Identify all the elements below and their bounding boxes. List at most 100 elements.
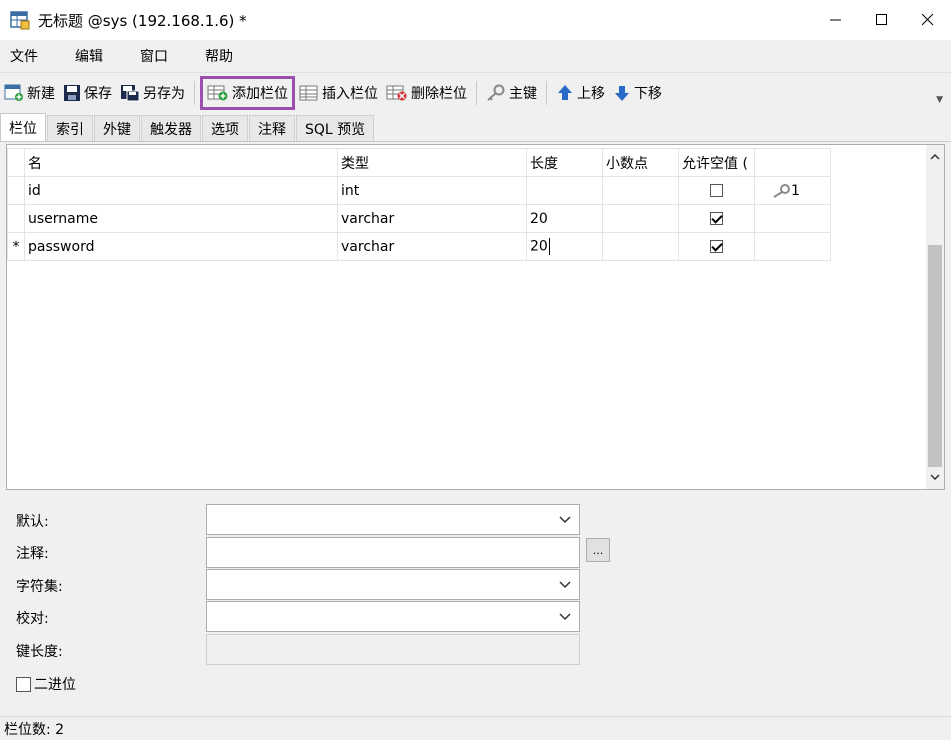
cell-decimals[interactable] [602,204,679,233]
primary-key-button[interactable]: 主键 [482,78,541,108]
nullable-checkbox[interactable] [710,184,723,197]
add-field-button[interactable]: 添加栏位 [200,75,295,110]
save-as-icon [121,84,140,101]
scroll-down-icon[interactable] [926,467,944,487]
menu-file[interactable]: 文件 [0,46,48,66]
cell-key[interactable]: 1 [754,176,831,205]
new-table-icon [4,84,23,101]
collation-label: 校对: [16,611,49,627]
scrollbar-thumb[interactable] [928,245,942,467]
binary-option[interactable]: 二进位 [16,674,76,694]
scroll-up-icon[interactable] [926,147,944,167]
cell-name[interactable]: password [24,232,338,261]
table-row[interactable]: username varchar 20 [7,204,831,233]
save-as-button[interactable]: 另存为 [116,78,189,108]
default-label: 默认: [16,514,49,530]
move-down-button[interactable]: 下移 [609,78,666,108]
save-as-label: 另存为 [143,85,185,102]
header-decimals[interactable]: 小数点 [602,148,679,177]
cell-nullable[interactable] [678,232,755,261]
key-icon [487,84,505,101]
row-header-corner [7,148,25,177]
close-button[interactable] [905,0,951,40]
comment-field[interactable] [206,537,580,568]
vertical-scrollbar[interactable] [926,145,944,489]
insert-field-label: 插入栏位 [322,85,378,102]
tab-indexes[interactable]: 索引 [47,115,93,141]
cell-name[interactable]: username [24,204,338,233]
cell-length[interactable]: 20 [526,232,603,261]
cell-type[interactable]: int [337,176,527,205]
arrow-up-icon [558,84,572,100]
cell-key[interactable] [754,204,831,233]
save-label: 保存 [84,85,112,102]
cell-length[interactable]: 20 [526,204,603,233]
tab-triggers[interactable]: 触发器 [141,115,201,141]
header-type[interactable]: 类型 [337,148,527,177]
key-length-field [206,634,580,665]
save-button[interactable]: 保存 [59,78,116,108]
cell-decimals[interactable] [602,176,679,205]
field-properties-panel: 默认: 注释: ... 字符集: 校对: 键长度: 二进位 [0,496,951,714]
key-order: 1 [791,182,800,199]
insert-field-button[interactable]: 插入栏位 [295,78,382,108]
menu-bar: 文件 编辑 窗口 帮助 [0,40,951,72]
binary-label: 二进位 [34,677,76,693]
menu-window[interactable]: 窗口 [130,46,178,66]
row-marker: * [7,232,25,261]
key-icon [773,183,790,198]
header-name[interactable]: 名 [24,148,338,177]
primary-key-label: 主键 [509,85,537,102]
charset-label: 字符集: [16,579,63,595]
row-marker [7,204,25,233]
cell-nullable[interactable] [678,204,755,233]
tab-foreign-keys[interactable]: 外键 [94,115,140,141]
cell-key[interactable] [754,232,831,261]
delete-field-button[interactable]: 删除栏位 [382,78,471,108]
minimize-button[interactable] [813,0,859,40]
tab-fields[interactable]: 栏位 [0,113,46,141]
tab-sql-preview[interactable]: SQL 预览 [296,115,375,141]
chevron-down-icon [559,613,571,621]
header-length[interactable]: 长度 [526,148,603,177]
toolbar-overflow-icon[interactable]: ▼ [936,95,943,105]
header-nullable[interactable]: 允许空值 ( [678,148,755,177]
move-up-button[interactable]: 上移 [552,78,609,108]
cell-type[interactable]: varchar [337,204,527,233]
menu-edit[interactable]: 编辑 [65,46,113,66]
table-row[interactable]: * password varchar 20 [7,232,831,261]
insert-field-icon [299,85,318,100]
comment-ellipsis-button[interactable]: ... [586,538,610,562]
grid-header-row: 名 类型 长度 小数点 允许空值 ( [7,148,831,177]
menu-help[interactable]: 帮助 [195,46,243,66]
cell-decimals[interactable] [602,232,679,261]
maximize-button[interactable] [859,0,905,40]
tab-bar: 栏位 索引 外键 触发器 选项 注释 SQL 预览 [0,113,951,142]
arrow-down-icon [615,85,629,101]
move-down-label: 下移 [634,85,662,102]
table-row[interactable]: id int 1 [7,176,831,205]
cell-name[interactable]: id [24,176,338,205]
new-button[interactable]: 新建 [0,78,59,108]
cell-length[interactable] [526,176,603,205]
cell-type[interactable]: varchar [337,232,527,261]
text-caret [548,238,550,255]
length-value: 20 [530,238,548,255]
comment-label: 注释: [16,546,49,562]
move-up-label: 上移 [577,85,605,102]
window-title: 无标题 @sys (192.168.1.6) * [38,11,247,30]
add-field-label: 添加栏位 [232,85,288,102]
charset-select[interactable] [206,569,580,600]
header-key[interactable] [754,148,831,177]
tab-comment[interactable]: 注释 [249,115,295,141]
default-select[interactable] [206,504,580,535]
collation-select[interactable] [206,601,580,632]
cell-nullable[interactable] [678,176,755,205]
tab-options[interactable]: 选项 [202,115,248,141]
toolbar-separator [546,80,547,105]
chevron-down-icon [559,516,571,524]
binary-checkbox[interactable] [16,676,31,692]
nullable-checkbox[interactable] [710,240,723,253]
nullable-checkbox[interactable] [710,212,723,225]
toolbar: 新建 保存 另存为 添加栏位 插入栏位 删除栏位 主键 上移 下移 ▼ [0,72,951,112]
